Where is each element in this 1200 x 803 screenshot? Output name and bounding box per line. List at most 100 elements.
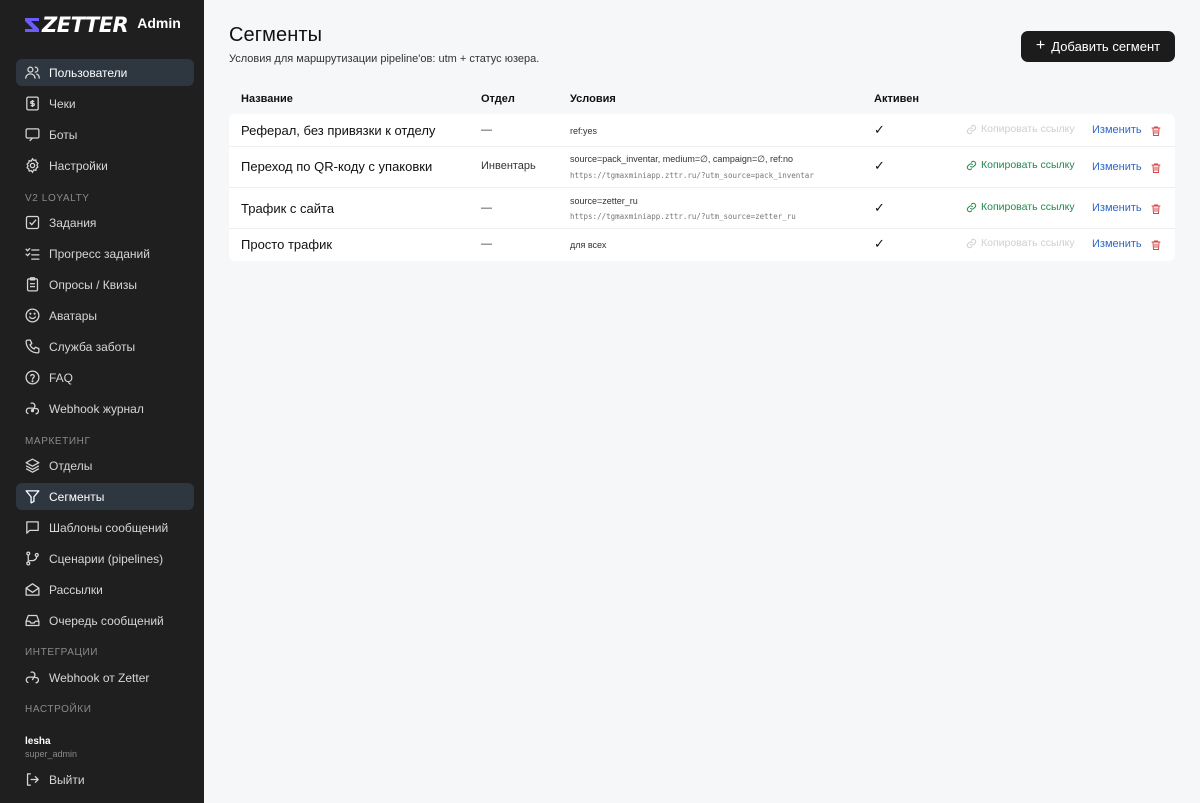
git-branch-icon [26,551,39,566]
smile-icon [25,308,40,323]
copy-link-button[interactable]: Копировать ссылку [966,201,1075,213]
trash-icon[interactable] [1150,239,1162,251]
column-header-conditions: Условия [570,93,616,105]
copy-link-label: Копировать ссылку [981,159,1075,171]
sidebar-item-label: Аватары [49,308,97,323]
section-loyalty: V2 LOYALTY [25,193,90,204]
edit-button[interactable]: Изменить [1092,124,1142,136]
inbox-icon [25,614,40,627]
phone-icon [25,339,40,354]
sidebar-item-label: Задания [49,215,97,230]
section-settings: НАСТРОЙКИ [25,704,92,715]
section-integrations: ИНТЕГРАЦИИ [25,647,99,658]
zetter-logo-icon [25,18,39,32]
sidebar-item-label: Отделы [49,458,93,473]
sidebar-item-label: Прогресс заданий [49,246,150,261]
sidebar: ZETTER Admin Пользователи Чеки Боты Наст… [0,0,204,803]
sidebar-item-label: Сегменты [49,489,105,504]
sidebar-item-webhook-zetter[interactable]: Webhook от Zetter [16,664,194,691]
segment-name: Трафик с сайта [241,201,335,216]
sidebar-item-label: Рассылки [49,582,103,597]
sidebar-item-label: Служба заботы [49,339,136,354]
sidebar-item-task-progress[interactable]: Прогресс заданий [16,240,194,267]
sidebar-item-message-templates[interactable]: Шаблоны сообщений [16,514,194,541]
copy-link-label: Копировать ссылку [981,201,1075,213]
table-row: Трафик с сайта — source=zetter_ru https:… [229,188,1175,229]
sidebar-item-label: FAQ [49,370,74,385]
clipboard-icon [26,277,39,292]
sidebar-item-label: Опросы / Квизы [49,277,138,292]
filter-icon [25,490,40,504]
sidebar-item-surveys[interactable]: Опросы / Квизы [16,271,194,298]
sidebar-item-label: Настройки [49,158,108,173]
sidebar-item-label: Шаблоны сообщений [49,520,169,535]
sidebar-item-departments[interactable]: Отделы [16,452,194,479]
column-header-name: Название [241,93,293,105]
sidebar-item-support[interactable]: Служба заботы [16,333,194,360]
copy-link-button[interactable]: Копировать ссылку [966,237,1075,249]
users-icon [25,66,40,79]
segment-conditions: ref:yes [570,126,598,136]
sidebar-item-tasks[interactable]: Задания [16,209,194,236]
brand[interactable]: ZETTER Admin [24,13,181,37]
sidebar-item-segments[interactable]: Сегменты [16,483,194,510]
receipt-icon [26,96,39,111]
sidebar-item-webhook-log[interactable]: Webhook журнал [16,395,194,422]
logout-icon [26,773,39,786]
segment-link: https://tgmaxminiapp.zttr.ru/?utm_source… [570,212,796,221]
column-header-active: Активен [874,93,919,105]
segments-table: Реферал, без привязки к отделу — ref:yes… [229,114,1175,261]
trash-icon[interactable] [1150,125,1162,137]
section-marketing: МАРКЕТИНГ [25,436,91,447]
sidebar-item-mailings[interactable]: Рассылки [16,576,194,603]
edit-button[interactable]: Изменить [1092,161,1142,173]
sidebar-item-users[interactable]: Пользователи [16,59,194,86]
segment-name: Переход по QR-коду с упаковки [241,159,433,174]
sidebar-item-receipts[interactable]: Чеки [16,90,194,117]
segment-name: Реферал, без привязки к отделу [241,123,436,138]
segment-department: Инвентарь [481,160,536,172]
brand-badge: Admin [137,15,181,31]
segment-conditions: для всех [570,240,607,250]
help-circle-icon [25,370,40,385]
link-icon [966,124,977,134]
trash-icon[interactable] [1150,162,1162,174]
page-subtitle: Условия для маршрутизации pipeline'ов: u… [229,53,540,65]
table-header: Название Отдел Условия Активен [229,88,1175,112]
table-row: Переход по QR-коду с упаковки Инвентарь … [229,147,1175,188]
trash-icon[interactable] [1150,203,1162,215]
table-row: Просто трафик — для всех ✓ Копировать сс… [229,229,1175,261]
layers-icon [25,458,40,473]
copy-link-button[interactable]: Копировать ссылку [966,159,1075,171]
sidebar-item-pipelines[interactable]: Сценарии (pipelines) [16,545,194,572]
message-icon [25,128,40,142]
segment-department: — [481,202,492,214]
sidebar-item-label: Webhook от Zetter [49,670,150,685]
segment-conditions: source=pack_inventar, medium=∅, campaign… [570,154,794,164]
sidebar-item-avatars[interactable]: Аватары [16,302,194,329]
user-role: super_admin [25,749,78,759]
user-name: lesha [25,736,51,747]
sidebar-item-faq[interactable]: FAQ [16,364,194,391]
sidebar-item-label: Пользователи [49,65,128,80]
main-content: Сегменты Условия для маршрутизации pipel… [204,0,1200,803]
sidebar-item-settings[interactable]: Настройки [16,152,194,179]
gear-icon [26,157,39,174]
sidebar-item-message-queue[interactable]: Очередь сообщений [16,607,194,634]
segment-department: — [481,124,492,136]
link-icon [966,238,977,248]
plus-icon: + [1035,36,1046,54]
link-icon [966,160,977,170]
webhook-icon [25,402,40,415]
segment-active-check: ✓ [874,236,885,251]
copy-link-button[interactable]: Копировать ссылку [966,123,1075,135]
column-header-department: Отдел [481,93,515,105]
copy-link-label: Копировать ссылку [981,237,1075,249]
edit-button[interactable]: Изменить [1092,202,1142,214]
add-segment-button[interactable]: + Добавить сегмент [1021,31,1175,62]
sidebar-item-bots[interactable]: Боты [16,121,194,148]
edit-button[interactable]: Изменить [1092,238,1142,250]
logout-button[interactable]: Выйти [16,766,194,793]
sidebar-item-label: Очередь сообщений [49,613,164,628]
link-icon [966,202,977,212]
